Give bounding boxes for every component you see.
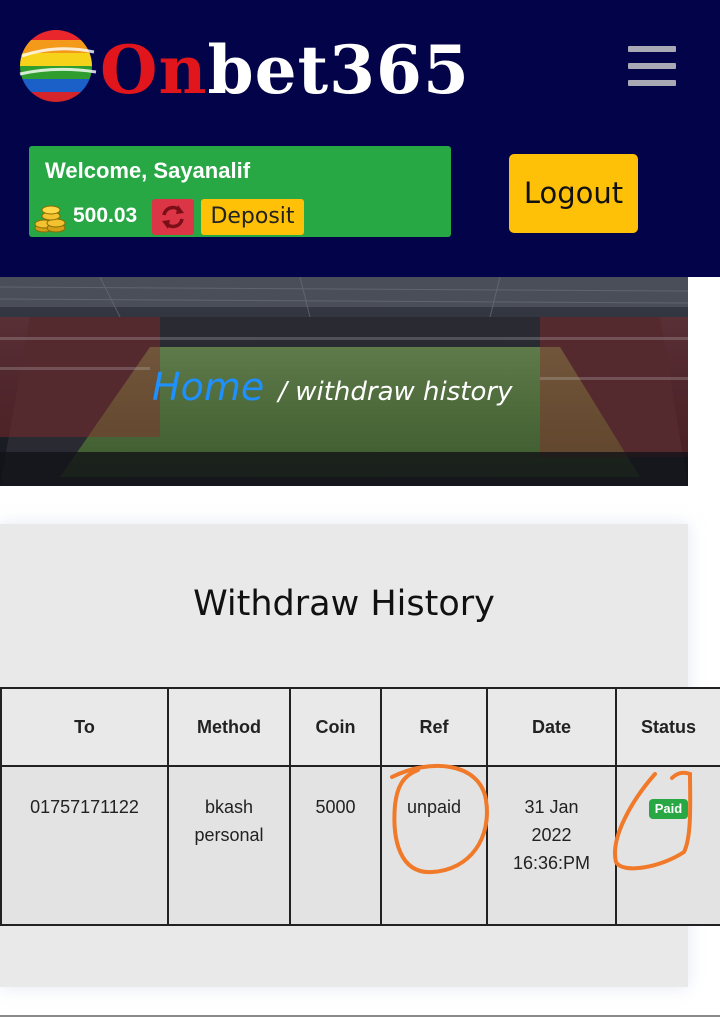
column-header-coin: Coin	[289, 687, 382, 767]
cell-ref: unpaid	[380, 765, 488, 926]
status-badge: Paid	[648, 799, 689, 819]
method-name: bkash	[204, 797, 254, 817]
table-header-row: To Method Coin Ref Date Status	[0, 687, 720, 767]
site-logo[interactable]: Onbet365	[18, 26, 469, 116]
refresh-icon	[162, 205, 184, 229]
menu-icon[interactable]	[628, 46, 678, 88]
withdraw-history-table: To Method Coin Ref Date Status 017571711…	[0, 687, 720, 926]
column-header-to: To	[0, 687, 169, 767]
date-year: 2022	[531, 825, 572, 845]
date-day: 31 Jan	[524, 797, 579, 817]
deposit-button[interactable]: Deposit	[201, 199, 304, 235]
balance-amount: 500.03	[73, 204, 138, 227]
account-box: Welcome, Sayanalif 500.03 Deposit	[29, 146, 451, 237]
coins-icon	[34, 205, 66, 233]
date-time: 16:36:PM	[512, 853, 591, 873]
page-title: Withdraw History	[193, 584, 495, 624]
method-type: personal	[194, 825, 264, 845]
column-header-status: Status	[615, 687, 720, 767]
cell-date: 31 Jan 2022 16:36:PM	[486, 765, 617, 926]
cell-to: 01757171122	[0, 765, 169, 926]
column-header-method: Method	[167, 687, 291, 767]
welcome-text: Welcome, Sayanalif	[45, 158, 251, 183]
breadcrumb-home-link[interactable]: Home	[152, 365, 264, 409]
logo-wordmark: Onbet365	[100, 31, 470, 109]
breadcrumb: Home / withdraw history	[152, 365, 513, 409]
logout-button[interactable]: Logout	[509, 154, 638, 233]
logo-ball-icon	[19, 30, 97, 102]
breadcrumb-current: / withdraw history	[278, 377, 513, 407]
column-header-ref: Ref	[380, 687, 488, 767]
top-header: Onbet365 Welcome, Sayanalif 500.03 Depos…	[0, 0, 720, 277]
table-row: 01757171122 bkash personal 5000 unpaid 3…	[0, 765, 720, 926]
cell-coin: 5000	[289, 765, 382, 926]
refresh-balance-button[interactable]	[152, 199, 194, 235]
column-header-date: Date	[486, 687, 617, 767]
stadium-banner: Home / withdraw history	[0, 277, 688, 486]
cell-method: bkash personal	[167, 765, 291, 926]
cell-status: Paid	[615, 765, 720, 926]
